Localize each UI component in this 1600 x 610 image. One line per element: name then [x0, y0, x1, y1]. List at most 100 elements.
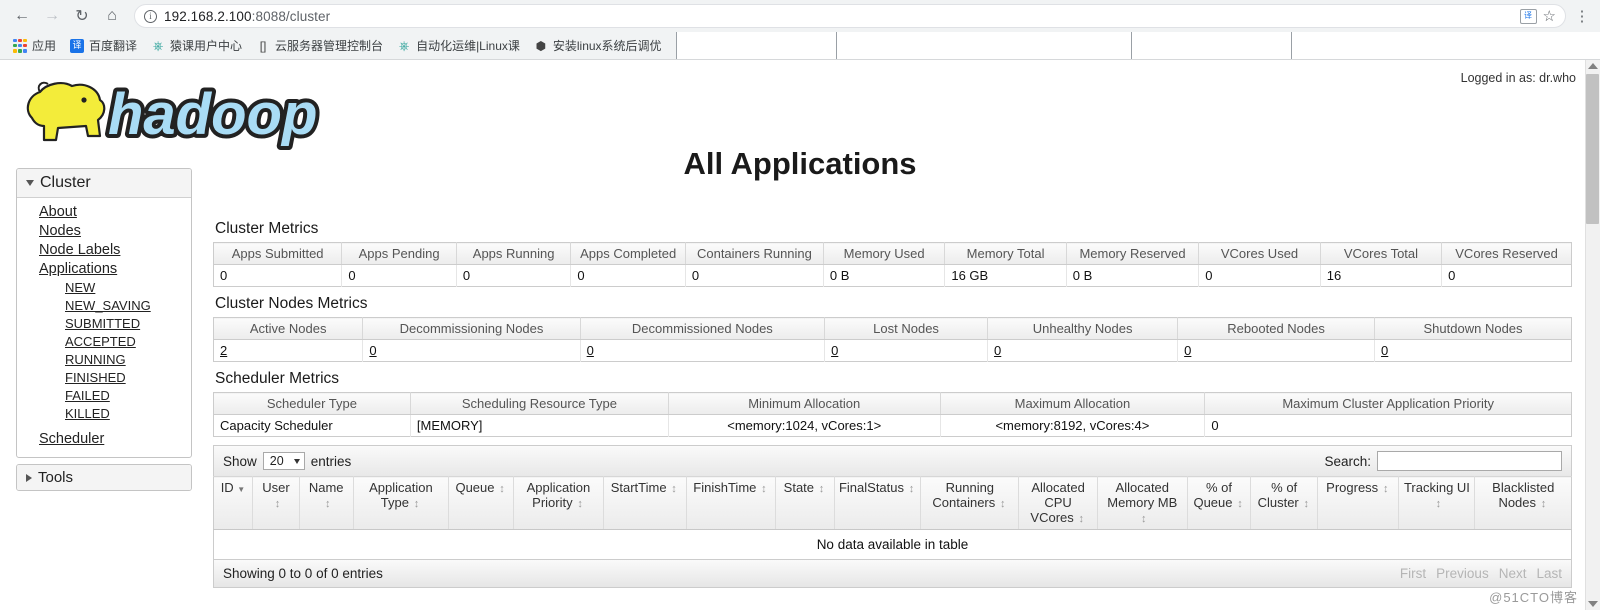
cluster-metrics-title: Cluster Metrics [215, 220, 319, 237]
scheduler-metrics-table: Scheduler Type Scheduling Resource Type … [213, 392, 1572, 437]
sidebar-item-applications[interactable]: Applications [17, 260, 191, 279]
scroll-up-icon[interactable] [1588, 63, 1598, 69]
pagination-next[interactable]: Next [1499, 566, 1527, 581]
bookmark-item[interactable]: 【新提醒】极客学院 [669, 32, 1600, 59]
val-memory-reserved: 0 B [1066, 264, 1200, 287]
col-application-type[interactable]: Application Type [353, 476, 449, 530]
sidebar-item-running[interactable]: RUNNING [17, 351, 191, 369]
sort-both-icon [498, 485, 507, 494]
search-input[interactable] [1377, 451, 1562, 471]
forward-icon[interactable]: → [38, 2, 66, 30]
address-bar-url: 192.168.2.100:8088/cluster [164, 8, 331, 24]
sidebar-item-killed[interactable]: KILLED [17, 405, 191, 423]
col-starttime[interactable]: StartTime [603, 476, 687, 530]
sidebar-tools-label: Tools [38, 469, 74, 486]
logged-in-status: Logged in as: dr.who [1460, 71, 1576, 85]
col-tracking-ui[interactable]: Tracking UI [1398, 476, 1476, 530]
applications-table-panel: Show 20 entries Search: ID▼ User↕ Name↕ … [213, 445, 1572, 588]
bookmark-item[interactable]: ⎈ 猿课用户中心 [144, 35, 249, 56]
sidebar-item-node-labels[interactable]: Node Labels [17, 241, 191, 260]
col-finishtime[interactable]: FinishTime [686, 476, 777, 530]
val-unhealthy-nodes[interactable]: 0 [987, 339, 1179, 362]
back-icon[interactable]: ← [8, 2, 36, 30]
sidebar-cluster-header[interactable]: Cluster [17, 169, 191, 198]
col-running-containers[interactable]: Running Containers [920, 476, 1020, 530]
col-lost-nodes: Lost Nodes [824, 317, 989, 340]
kebab-menu-icon[interactable]: ⋮ [1572, 7, 1592, 25]
val-active-nodes[interactable]: 2 [213, 339, 364, 362]
teal-icon: ⎈ [398, 38, 410, 53]
col-percent-of-cluster[interactable]: % of Cluster [1250, 476, 1318, 530]
col-allocated-cpu-vcores[interactable]: Allocated CPU VCores [1018, 476, 1098, 530]
scroll-down-icon[interactable] [1588, 601, 1598, 607]
val-lost-nodes[interactable]: 0 [824, 339, 989, 362]
col-percent-of-queue[interactable]: % of Queue [1187, 476, 1252, 530]
sidebar-item-nodes[interactable]: Nodes [17, 222, 191, 241]
sidebar-item-about[interactable]: About [17, 203, 191, 222]
val-scheduling-resource-type: [MEMORY] [410, 414, 669, 437]
val-apps-completed: 0 [570, 264, 686, 287]
bookmark-apps[interactable]: 应用 [6, 35, 63, 56]
val-shutdown-nodes[interactable]: 0 [1375, 340, 1572, 362]
sidebar-item-accepted[interactable]: ACCEPTED [17, 333, 191, 351]
col-allocated-memory-mb[interactable]: Allocated Memory MB [1097, 476, 1188, 530]
bookmark-item[interactable]: [] 云服务器管理控制台 [249, 35, 390, 56]
sort-both-icon [323, 500, 332, 509]
sidebar-item-scheduler[interactable]: Scheduler [17, 430, 191, 449]
pagination-last[interactable]: Last [1536, 566, 1562, 581]
sort-both-icon [1139, 515, 1148, 524]
pagination-previous[interactable]: Previous [1436, 566, 1489, 581]
bookmark-item[interactable]: 译 百度翻译 [63, 35, 144, 56]
col-state[interactable]: State [775, 476, 835, 530]
col-id[interactable]: ID [213, 476, 254, 530]
sidebar-item-failed[interactable]: FAILED [17, 387, 191, 405]
translate-blue-icon: 译 [70, 38, 85, 53]
col-memory-reserved: Memory Reserved [1066, 242, 1200, 265]
val-vcores-used: 0 [1198, 264, 1321, 287]
page-length-control: Show 20 entries [223, 452, 351, 470]
val-decommissioned-nodes[interactable]: 0 [580, 339, 826, 362]
col-user[interactable]: User [252, 476, 300, 530]
sort-desc-icon [237, 485, 246, 494]
bookmark-item[interactable]: 《大数据时代》PDF [1284, 32, 1600, 59]
reload-icon[interactable]: ↻ [68, 2, 96, 30]
hadoop-logo[interactable]: hadoop hadoop [14, 74, 334, 156]
page-scrollbar[interactable] [1585, 60, 1600, 610]
sidebar-item-new-saving[interactable]: NEW_SAVING [17, 297, 191, 315]
bookmark-item[interactable]: ⬢ 安装linux系统后调优 [527, 35, 669, 56]
col-blacklisted-nodes[interactable]: Blacklisted Nodes [1474, 476, 1572, 530]
showing-entries-info: Showing 0 to 0 of 0 entries [223, 566, 383, 581]
col-application-priority[interactable]: Application Priority [513, 476, 604, 530]
chevron-down-icon [26, 180, 34, 186]
page-icon [1291, 32, 1600, 59]
cluster-metrics-table: Apps Submitted Apps Pending Apps Running… [213, 242, 1572, 287]
val-apps-pending: 0 [341, 264, 457, 287]
address-bar[interactable]: i 192.168.2.100:8088/cluster 译 ☆ [134, 4, 1566, 28]
sidebar-item-new[interactable]: NEW [17, 279, 191, 297]
sidebar-tools-header[interactable]: Tools [17, 465, 191, 490]
sidebar-item-finished[interactable]: FINISHED [17, 369, 191, 387]
col-name[interactable]: Name [299, 476, 354, 530]
pagination-first[interactable]: First [1400, 566, 1426, 581]
col-finalstatus[interactable]: FinalStatus [834, 476, 922, 530]
home-icon[interactable]: ⌂ [98, 2, 126, 30]
bookmark-item[interactable]: Hadoop安装教程_单 [1124, 32, 1600, 59]
sidebar-item-submitted[interactable]: SUBMITTED [17, 315, 191, 333]
bookmark-item[interactable]: 超人学院大数据第8期 [829, 32, 1600, 59]
browser-chrome: ← → ↻ ⌂ i 192.168.2.100:8088/cluster 译 ☆… [0, 0, 1600, 60]
apps-grid-icon [13, 38, 27, 53]
star-icon[interactable]: ☆ [1543, 7, 1556, 25]
col-progress[interactable]: Progress [1317, 476, 1400, 530]
val-decommissioning-nodes[interactable]: 0 [362, 339, 581, 362]
sort-both-icon [273, 500, 282, 509]
col-queue[interactable]: Queue [448, 476, 515, 530]
val-apps-running: 0 [456, 264, 572, 287]
page-length-select[interactable]: 20 [262, 452, 305, 470]
val-scheduler-type: Capacity Scheduler [213, 414, 411, 437]
val-rebooted-nodes[interactable]: 0 [1177, 339, 1376, 362]
val-containers-running: 0 [685, 264, 824, 287]
site-info-icon[interactable]: i [144, 9, 157, 23]
bookmark-item[interactable]: ⎈ 自动化运维|Linux课 [390, 35, 527, 56]
sort-both-icon [1539, 500, 1548, 509]
translate-icon[interactable]: 译 [1519, 8, 1537, 24]
